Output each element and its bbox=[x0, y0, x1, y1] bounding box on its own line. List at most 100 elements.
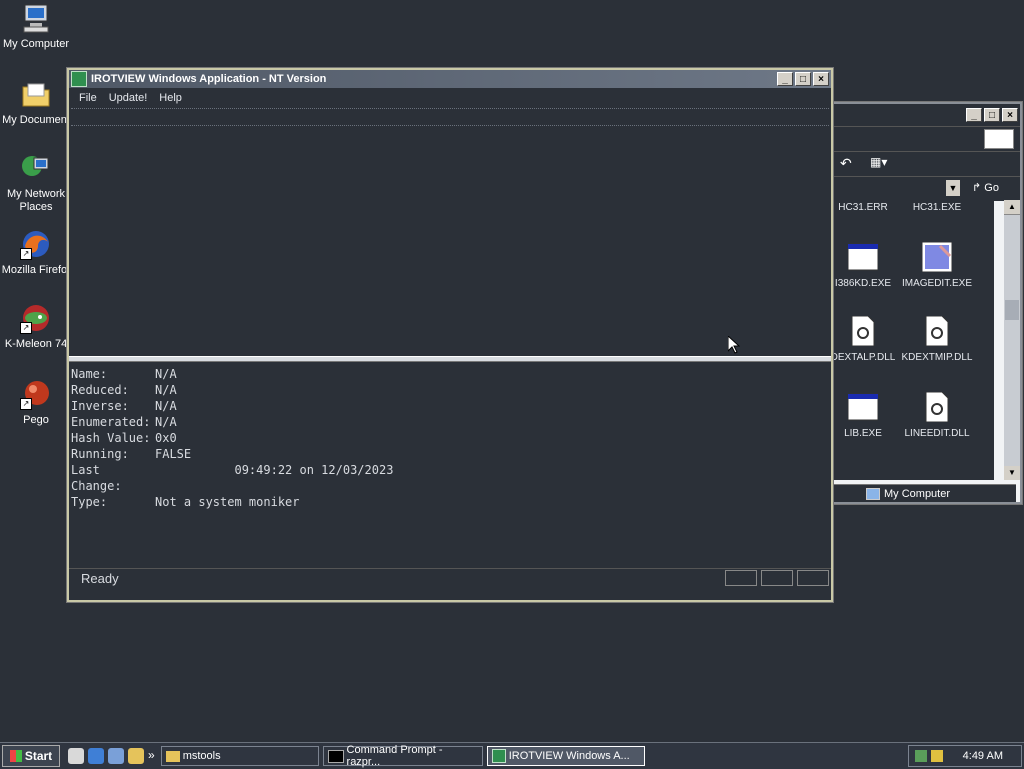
desktop-icon-label: My Computer bbox=[2, 38, 70, 50]
property-row: Name: N/A bbox=[71, 366, 829, 382]
scroll-up-button[interactable]: ▲ bbox=[1004, 200, 1020, 215]
pego-icon: ↗ bbox=[20, 378, 52, 410]
file-name: DEXTALP.DLL bbox=[834, 352, 896, 363]
property-value: N/A bbox=[155, 367, 177, 381]
show-desktop-icon[interactable] bbox=[108, 748, 124, 764]
maximize-button[interactable]: □ bbox=[984, 108, 1000, 122]
folder-icon bbox=[20, 78, 52, 110]
mouse-cursor-icon bbox=[727, 334, 741, 357]
property-row: Last Change: 09:49:22 on 12/03/2023 bbox=[71, 462, 829, 494]
scroll-thumb[interactable] bbox=[1005, 300, 1019, 320]
desktop-icon-my-documents[interactable]: My Document bbox=[0, 78, 72, 127]
explorer-window[interactable]: _ □ × ↶ ▦▾ ▼ ↱ Go HC31.ERR HC31.EXE I386… bbox=[832, 102, 1022, 504]
shortcut-arrow-icon: ↗ bbox=[20, 398, 32, 410]
explorer-vertical-scrollbar[interactable]: ▲ ▼ bbox=[1004, 200, 1020, 480]
property-value: N/A bbox=[155, 399, 177, 413]
menu-help[interactable]: Help bbox=[153, 92, 188, 104]
property-value: 0x0 bbox=[155, 431, 177, 445]
folder-icon bbox=[165, 750, 180, 762]
exe-window-icon bbox=[847, 392, 879, 422]
property-value: Not a system moniker bbox=[155, 495, 300, 509]
task-irotview[interactable]: IROTVIEW Windows A... bbox=[486, 746, 645, 766]
status-text: Ready bbox=[81, 570, 119, 586]
property-key: Last Change: bbox=[71, 463, 122, 493]
task-mstools[interactable]: mstools bbox=[160, 746, 319, 766]
desktop-icon-network-places[interactable]: My Network Places bbox=[0, 152, 72, 214]
address-dropdown-button[interactable]: ▼ bbox=[946, 180, 960, 196]
app-icon bbox=[491, 749, 506, 763]
task-label: Command Prompt - razpr... bbox=[346, 744, 443, 768]
property-value: N/A bbox=[155, 383, 177, 397]
property-row: Running: FALSE bbox=[71, 446, 829, 462]
start-button[interactable]: Start bbox=[2, 745, 60, 767]
explorer-menubar bbox=[834, 126, 1020, 151]
quick-launch: » bbox=[68, 748, 155, 764]
desktop-icon-firefox[interactable]: ↗ Mozilla Firefo: bbox=[0, 228, 72, 277]
outlook-icon[interactable] bbox=[68, 748, 84, 764]
computer-icon bbox=[866, 487, 880, 500]
scroll-down-button[interactable]: ▼ bbox=[1004, 466, 1020, 480]
statusbar: Ready bbox=[69, 568, 831, 587]
property-key: Running: bbox=[71, 447, 129, 461]
start-label: Start bbox=[24, 749, 53, 763]
dll-gear-icon bbox=[848, 315, 878, 347]
dll-gear-icon bbox=[922, 315, 952, 347]
windows-logo-icon bbox=[984, 129, 1014, 149]
property-value: FALSE bbox=[155, 447, 192, 461]
menu-update[interactable]: Update! bbox=[103, 92, 154, 104]
go-button[interactable]: ↱ Go bbox=[972, 181, 999, 194]
file-item[interactable]: KDEXTMIP.DLL bbox=[894, 315, 980, 363]
desktop-icon-label: My Document bbox=[2, 114, 70, 126]
maximize-button[interactable]: □ bbox=[795, 72, 811, 86]
file-item[interactable]: HC31.EXE bbox=[894, 202, 980, 213]
moniker-list-pane[interactable] bbox=[69, 126, 831, 356]
file-name: HC31.EXE bbox=[912, 202, 962, 213]
views-icon[interactable]: ▦▾ bbox=[870, 155, 887, 169]
explorer-address-bar: ▼ ↱ Go bbox=[834, 176, 1020, 201]
desktop-icon-label: Pego bbox=[23, 414, 49, 426]
close-button[interactable]: × bbox=[813, 72, 829, 86]
file-item[interactable]: IMAGEDIT.EXE bbox=[894, 241, 980, 289]
explorer-icon[interactable] bbox=[128, 748, 144, 764]
explorer-titlebar: _ □ × bbox=[834, 104, 1020, 126]
shortcut-arrow-icon: ↗ bbox=[20, 322, 32, 334]
property-row: Type: Not a system moniker bbox=[71, 494, 829, 510]
irotview-window[interactable]: IROTVIEW Windows Application - NT Versio… bbox=[67, 68, 833, 602]
property-row: Enumerated: N/A bbox=[71, 414, 829, 430]
volume-tray-icon[interactable] bbox=[930, 750, 943, 762]
network-tray-icon[interactable] bbox=[914, 750, 927, 762]
minimize-button[interactable]: _ bbox=[966, 108, 982, 122]
minimize-button[interactable]: _ bbox=[777, 72, 793, 86]
desktop-icon-my-computer[interactable]: My Computer bbox=[0, 2, 72, 51]
desktop-icon-pego[interactable]: ↗ Pego bbox=[0, 378, 72, 427]
property-key: Reduced: bbox=[71, 383, 129, 397]
app-icon bbox=[71, 71, 87, 87]
taskbar: Start » mstools Command Prompt - razpr..… bbox=[0, 742, 1024, 769]
status-panel bbox=[761, 570, 793, 586]
explorer-file-list: HC31.ERR HC31.EXE I386KD.EXE IMAGEDIT.EX… bbox=[834, 200, 994, 480]
desktop-icon-k-meleon[interactable]: ↗ K-Meleon 74 bbox=[0, 302, 72, 351]
k-meleon-icon: ↗ bbox=[20, 302, 52, 334]
shortcut-arrow-icon: ↗ bbox=[20, 248, 32, 260]
undo-icon[interactable]: ↶ bbox=[840, 155, 852, 172]
task-command-prompt[interactable]: Command Prompt - razpr... bbox=[322, 744, 483, 768]
property-key: Name: bbox=[71, 367, 108, 381]
windows-flag-icon bbox=[9, 750, 22, 762]
system-tray: 4:49 AM bbox=[907, 745, 1022, 767]
status-location: My Computer bbox=[884, 487, 951, 500]
console-icon bbox=[327, 749, 344, 763]
file-item[interactable]: LINEEDIT.DLL bbox=[894, 391, 980, 439]
ie-icon[interactable] bbox=[88, 748, 104, 764]
firefox-icon: ↗ bbox=[20, 228, 52, 260]
menu-file[interactable]: File bbox=[73, 92, 103, 104]
titlebar[interactable]: IROTVIEW Windows Application - NT Versio… bbox=[69, 70, 831, 88]
status-panel bbox=[725, 570, 757, 586]
image-editor-icon bbox=[921, 241, 953, 273]
go-label: Go bbox=[984, 182, 999, 194]
property-key: Inverse: bbox=[71, 399, 129, 413]
file-name: KDEXTMIP.DLL bbox=[901, 352, 973, 363]
clock[interactable]: 4:49 AM bbox=[963, 750, 1003, 762]
menubar: File Update! Help bbox=[69, 88, 831, 108]
chevron-icon[interactable]: » bbox=[148, 748, 155, 764]
close-button[interactable]: × bbox=[1002, 108, 1018, 122]
